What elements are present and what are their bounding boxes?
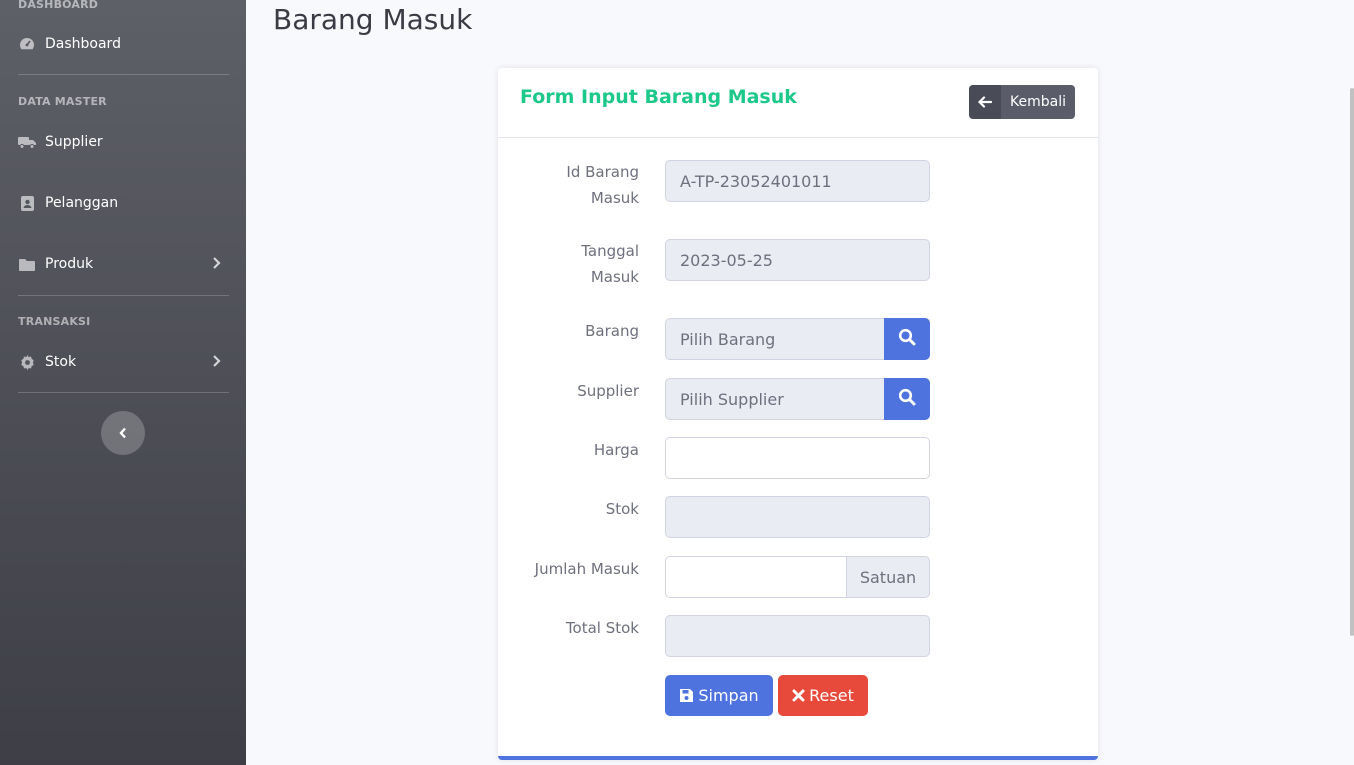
harga-input[interactable]: [665, 437, 930, 479]
folder-icon: [18, 256, 36, 272]
save-button-label: Simpan: [698, 686, 759, 705]
jumlah-masuk-label: Jumlah Masuk: [534, 560, 639, 578]
truck-icon: [18, 134, 36, 150]
sidebar-item-produk[interactable]: Produk: [0, 246, 246, 282]
sidebar-heading-transaksi: TRANSAKSI: [18, 315, 91, 328]
search-supplier-button[interactable]: [884, 378, 930, 420]
id-label-line1: Id Barang: [566, 163, 639, 181]
sidebar-item-pelanggan[interactable]: Pelanggan: [0, 185, 246, 221]
scrollbar-thumb[interactable]: [1350, 88, 1354, 636]
gear-icon: [18, 354, 36, 370]
tanggal-masuk-field[interactable]: 2023-05-25: [665, 239, 930, 281]
id-label: Id Barang Masuk: [499, 159, 639, 211]
harga-label: Harga: [593, 441, 639, 459]
satuan-addon: Satuan: [847, 556, 930, 598]
card-header: Form Input Barang Masuk Kembali: [498, 68, 1098, 138]
save-button[interactable]: Simpan: [665, 675, 773, 716]
sidebar-item-supplier[interactable]: Supplier: [0, 124, 246, 160]
id-label-line2: Masuk: [590, 189, 639, 207]
page-title: Barang Masuk: [273, 3, 473, 36]
chevron-right-icon: [212, 354, 224, 370]
barang-label: Barang: [585, 322, 639, 340]
search-icon: [898, 388, 916, 410]
total-stok-label: Total Stok: [565, 619, 639, 637]
sidebar-divider: [18, 392, 229, 393]
floppy-disk-icon: [679, 688, 694, 703]
reset-button-label: Reset: [809, 686, 854, 705]
sidebar: DASHBOARD Dashboard DATA MASTER Supplier…: [0, 0, 246, 765]
tanggal-label-line2: Masuk: [590, 268, 639, 286]
card-title: Form Input Barang Masuk: [520, 86, 797, 108]
stok-label: Stok: [605, 500, 639, 518]
sidebar-item-label: Pelanggan: [45, 195, 119, 211]
supplier-label: Supplier: [577, 382, 639, 400]
sidebar-item-stok[interactable]: Stok: [0, 344, 246, 380]
tanggal-label-line1: Tanggal: [581, 242, 639, 260]
stok-field[interactable]: [665, 496, 930, 538]
sidebar-item-dashboard[interactable]: Dashboard: [0, 26, 246, 62]
sidebar-item-label: Dashboard: [45, 36, 121, 52]
total-stok-field[interactable]: [665, 615, 930, 657]
sidebar-toggle-button[interactable]: [101, 411, 145, 455]
times-icon: [792, 689, 805, 702]
tanggal-label: Tanggal Masuk: [499, 238, 639, 290]
back-button-label: Kembali: [1010, 94, 1066, 110]
id-barang-masuk-field[interactable]: A-TP-23052401011: [665, 160, 930, 202]
reset-button[interactable]: Reset: [778, 675, 868, 716]
jumlah-masuk-input[interactable]: [665, 556, 847, 598]
form-card: Form Input Barang Masuk Kembali Id Baran…: [498, 68, 1098, 760]
back-button[interactable]: Kembali: [969, 85, 1075, 119]
sidebar-heading-dashboard: DASHBOARD: [18, 0, 99, 11]
search-barang-button[interactable]: [884, 318, 930, 360]
sidebar-divider: [18, 74, 229, 75]
arrow-left-icon: [969, 85, 1001, 119]
chevron-right-icon: [212, 256, 224, 272]
tachometer-icon: [18, 36, 36, 52]
barang-input[interactable]: Pilih Barang: [665, 318, 885, 360]
sidebar-item-label: Stok: [45, 354, 77, 370]
sidebar-item-label: Produk: [45, 256, 94, 272]
sidebar-divider: [18, 295, 229, 296]
sidebar-item-label: Supplier: [45, 134, 103, 150]
supplier-input[interactable]: Pilih Supplier: [665, 378, 885, 420]
address-card-icon: [18, 195, 36, 211]
chevron-left-icon: [118, 424, 128, 443]
sidebar-heading-master: DATA MASTER: [18, 95, 107, 108]
search-icon: [898, 328, 916, 350]
